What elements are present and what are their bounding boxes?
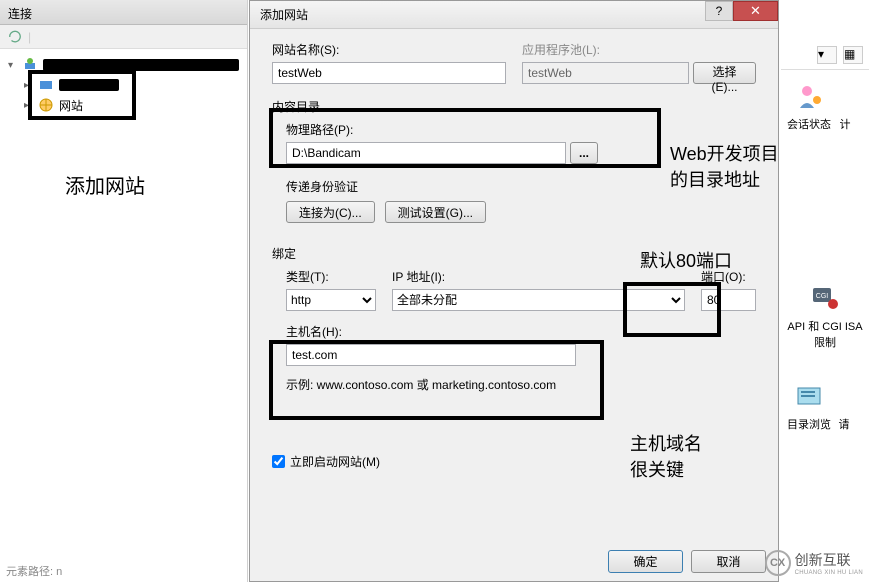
feature-dir-browse[interactable]: 目录浏览 — [787, 380, 831, 432]
ok-button[interactable]: 确定 — [608, 550, 683, 573]
feature-cut[interactable]: 计 — [835, 80, 855, 132]
panel-title: 连接 — [8, 7, 32, 21]
panel-header: 连接 — [0, 0, 247, 25]
browse-button[interactable]: ... — [570, 142, 598, 164]
feature-isapi-cgi[interactable]: CGI API 和 CGI ISA 限制 — [787, 282, 863, 350]
right-toolbar: ▾ ▦ — [781, 40, 869, 70]
host-example: 示例: www.contoso.com 或 marketing.contoso.… — [286, 376, 756, 393]
redacted-text — [59, 79, 119, 91]
server-icon — [23, 57, 39, 73]
feature-session-state[interactable]: 会话状态 — [787, 80, 831, 132]
user-icon — [793, 80, 825, 112]
redacted-text — [43, 59, 239, 71]
cgi-icon: CGI — [809, 282, 841, 314]
folder-browse-icon — [793, 380, 825, 412]
icon-partial — [829, 80, 861, 112]
watermark-logo: CX 创新互联 CHUANG XIN HU LIAN — [765, 550, 863, 576]
logo-mark: CX — [765, 550, 791, 576]
view-dropdown[interactable]: ▾ — [817, 46, 837, 64]
start-site-label: 立即启动网站(M) — [290, 453, 380, 470]
cancel-button[interactable]: 取消 — [691, 550, 766, 573]
dialog-titlebar: 添加网站 ? ✕ — [250, 1, 778, 29]
icon-partial — [828, 380, 860, 412]
annotation-hostkey: 主机域名 很关键 — [630, 430, 702, 482]
view-grid-icon[interactable]: ▦ — [843, 46, 863, 64]
connections-panel: 连接 | ▾ ▸ ▸ 网站 — [0, 0, 248, 582]
app-pool-input — [522, 62, 689, 84]
annotation-addsite: 添加网站 — [65, 170, 145, 199]
app-pool-label: 应用程序池(L): — [522, 41, 756, 58]
start-site-checkbox[interactable] — [272, 455, 285, 468]
globe-icon — [39, 98, 55, 114]
tree-server-node[interactable]: ▾ — [8, 55, 239, 75]
host-input[interactable] — [286, 344, 576, 366]
tree-item-redacted[interactable]: ▸ — [8, 75, 239, 95]
right-icons-panel: ▾ ▦ 会话状态 计 CGI API 和 CGI ISA 限制 — [781, 40, 869, 540]
port-input[interactable] — [701, 289, 756, 311]
status-bar: 元素路径: n — [0, 560, 68, 582]
annotation-port: 默认80端口 — [640, 247, 732, 273]
svg-text:CGI: CGI — [816, 293, 829, 300]
folder-icon — [39, 77, 55, 93]
feature-cut2[interactable]: 请 — [835, 380, 853, 432]
site-name-label: 网站名称(S): — [272, 41, 506, 58]
dialog-title: 添加网站 — [260, 6, 308, 23]
toolbar-refresh-icon[interactable] — [8, 29, 24, 45]
add-website-dialog: 添加网站 ? ✕ 网站名称(S): 应用程序池(L): 选择(E)... 内容目… — [249, 0, 779, 582]
host-label: 主机名(H): — [286, 323, 756, 340]
expand-icon[interactable]: ▸ — [24, 80, 35, 91]
ip-select[interactable]: 全部未分配 — [392, 289, 685, 311]
physical-path-label: 物理路径(P): — [286, 121, 756, 138]
select-pool-button[interactable]: 选择(E)... — [693, 62, 756, 84]
tree: ▾ ▸ ▸ 网站 — [0, 49, 247, 122]
annotation-webdev: Web开发项目 的目录地址 — [670, 140, 779, 192]
close-button[interactable]: ✕ — [733, 1, 778, 21]
content-dir-title: 内容目录 — [272, 98, 756, 115]
collapse-icon[interactable]: ▾ — [8, 60, 19, 71]
help-button[interactable]: ? — [705, 1, 733, 21]
test-settings-button[interactable]: 测试设置(G)... — [385, 201, 486, 223]
type-label: 类型(T): — [286, 268, 376, 285]
site-name-input[interactable] — [272, 62, 506, 84]
physical-path-input[interactable] — [286, 142, 566, 164]
tree-sites-label: 网站 — [59, 97, 83, 114]
tree-sites-node[interactable]: ▸ 网站 — [8, 95, 239, 116]
panel-toolbar: | — [0, 25, 247, 49]
connect-as-button[interactable]: 连接为(C)... — [286, 201, 375, 223]
expand-icon[interactable]: ▸ — [24, 100, 35, 111]
type-select[interactable]: http — [286, 289, 376, 311]
